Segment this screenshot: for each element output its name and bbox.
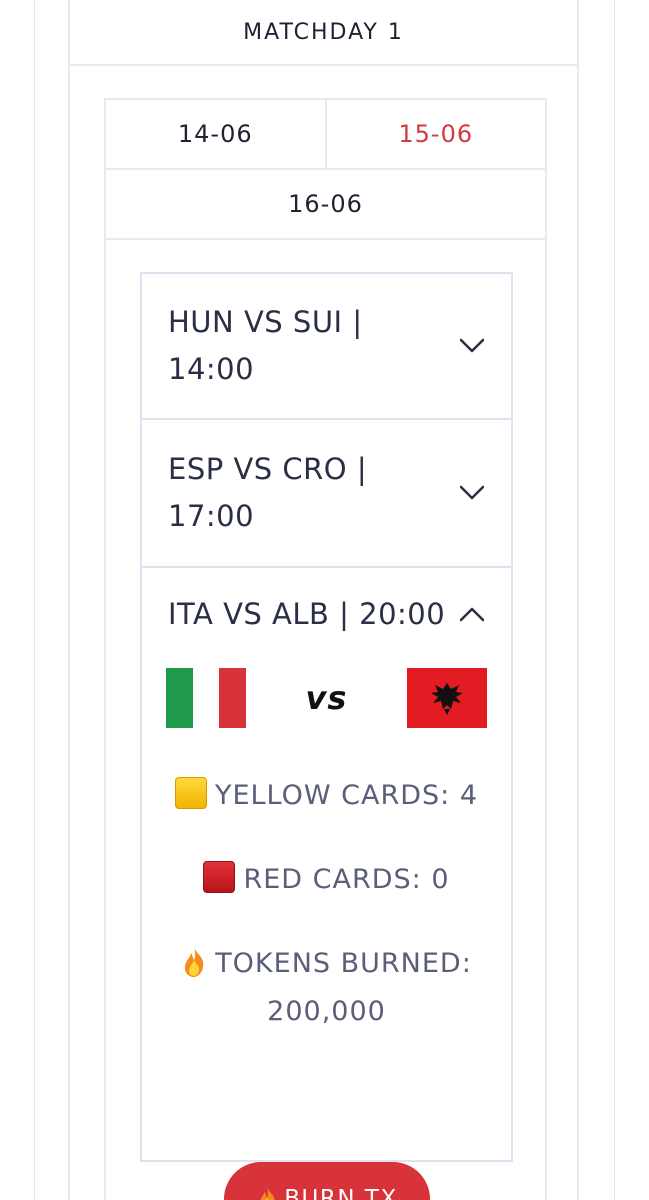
match-teams: ESP VS CRO | [168,452,368,486]
date-tab-16-06[interactable]: 16-06 [106,170,545,238]
date-panel: 14-06 15-06 16-06 HUN VS SUI | 14:00 ESP… [104,98,547,1200]
match-header-hun-sui[interactable]: HUN VS SUI | 14:00 [142,274,511,418]
chevron-down-icon[interactable] [457,331,487,361]
chevron-down-icon[interactable] [457,478,487,508]
tokens-burned-label: TOKENS BURNED: [215,948,472,979]
page: MATCHDAY 1 14-06 15-06 16-06 HUN VS SUI … [0,0,649,1200]
date-tabs-row-2: 16-06 [106,170,545,240]
chevron-up-icon[interactable] [457,599,487,629]
match-item-hun-sui: HUN VS SUI | 14:00 [142,274,511,420]
red-card-icon [203,861,236,893]
match-teams: HUN VS SUI | [168,305,363,339]
italy-flag-icon [166,668,247,728]
burn-tx-button[interactable]: BURN TX [224,1162,430,1200]
match-time: 17:00 [168,499,255,533]
outer-divider-left [34,0,35,1200]
date-tabs-row-1: 14-06 15-06 [106,100,545,170]
tokens-burned-value: 200,000 [267,996,386,1027]
fire-icon [185,947,204,977]
fire-icon [260,1186,276,1200]
match-list: HUN VS SUI | 14:00 ESP VS CRO | 17:00 IT… [140,272,513,1200]
match-flags: vs [142,668,511,728]
yellow-card-icon [174,777,207,809]
match-title: ESP VS CRO | 17:00 [168,446,398,540]
match-time: 14:00 [168,352,255,386]
match-header-ita-alb[interactable]: ITA VS ALB | 20:00 [142,568,511,660]
vs-label: vs [305,679,348,717]
date-tab-15-06[interactable]: 15-06 [324,100,546,168]
match-title: ITA VS ALB | 20:00 [168,596,446,631]
match-header-esp-cro[interactable]: ESP VS CRO | 17:00 [142,420,511,566]
outer-divider-right [614,0,615,1200]
matchday-title: MATCHDAY 1 [70,0,577,66]
tokens-burned-stat: TOKENS BURNED: 200,000 [142,940,511,1036]
date-tab-14-06[interactable]: 14-06 [106,100,325,168]
yellow-cards-stat: YELLOW CARDS: 4 [142,772,511,820]
match-title: HUN VS SUI | 14:00 [168,299,398,393]
albania-flag-icon [407,668,487,728]
double-headed-eagle-icon [431,683,463,715]
red-cards-text: RED CARDS: 0 [243,864,450,895]
match-item-esp-cro: ESP VS CRO | 17:00 [142,420,511,568]
match-item-ita-alb: ITA VS ALB | 20:00 vs YELLOW CARDS: 4 RE… [142,568,511,1160]
matchday-card: MATCHDAY 1 14-06 15-06 16-06 HUN VS SUI … [68,0,579,1200]
burn-tx-label: BURN TX [284,1186,398,1200]
red-cards-stat: RED CARDS: 0 [142,856,511,904]
yellow-cards-text: YELLOW CARDS: 4 [214,780,479,811]
